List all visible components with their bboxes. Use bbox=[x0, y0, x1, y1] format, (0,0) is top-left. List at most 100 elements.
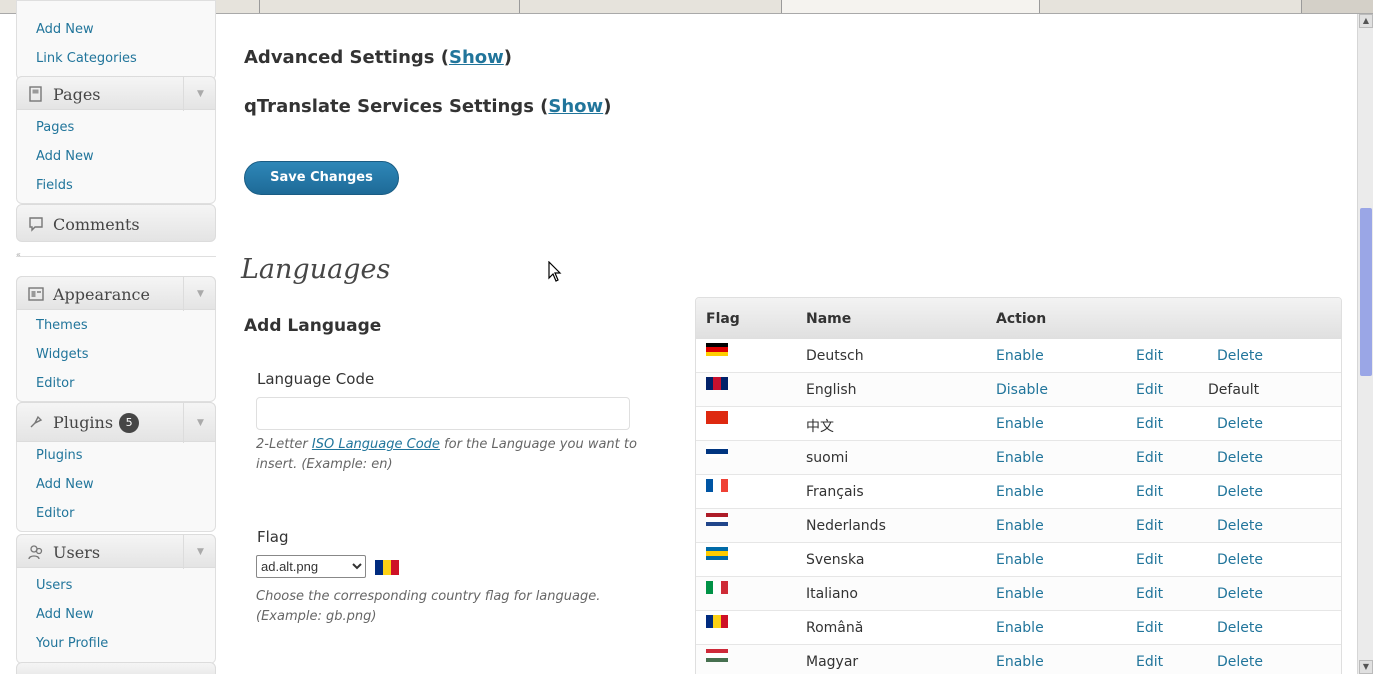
default-language-label: Default bbox=[1208, 382, 1260, 398]
sidebar-sub-editor[interactable]: Editor bbox=[36, 376, 74, 391]
edit-language-link[interactable]: Edit bbox=[1136, 450, 1163, 466]
toggle-language-link[interactable]: Enable bbox=[996, 552, 1044, 568]
sidebar-sub-plugins[interactable]: Plugins bbox=[36, 448, 83, 463]
language-name: Italiano bbox=[806, 586, 858, 602]
delete-language-link[interactable]: Delete bbox=[1217, 416, 1263, 432]
page-title: Languages bbox=[241, 254, 391, 285]
plugins-icon bbox=[28, 414, 44, 430]
language-code-input[interactable] bbox=[256, 397, 630, 430]
main-content: Advanced Settings (Show) qTranslate Serv… bbox=[216, 14, 1356, 674]
chevron-down-icon[interactable]: ▼ bbox=[183, 403, 217, 443]
flag-icon: #0055a4#ffffff#ef4135 bbox=[706, 479, 728, 492]
sidebar-sub-users[interactable]: Users bbox=[36, 578, 72, 593]
sidebar-sub-widgets[interactable]: Widgets bbox=[36, 347, 89, 362]
flag-select[interactable]: ad.alt.png bbox=[256, 555, 366, 578]
sidebar-sub-your-profile[interactable]: Your Profile bbox=[36, 636, 108, 651]
sidebar-sub-add-new[interactable]: Add New bbox=[36, 149, 94, 164]
delete-language-link[interactable]: Delete bbox=[1217, 518, 1263, 534]
collapse-icon[interactable]: « bbox=[16, 250, 21, 259]
vertical-scrollbar[interactable]: ▲ ▼ bbox=[1357, 14, 1373, 674]
delete-language-link[interactable]: Delete bbox=[1217, 620, 1263, 636]
delete-language-link[interactable]: Delete bbox=[1217, 450, 1263, 466]
toggle-language-link[interactable]: Enable bbox=[996, 348, 1044, 364]
edit-language-link[interactable]: Edit bbox=[1136, 518, 1163, 534]
delete-language-link[interactable]: Delete bbox=[1217, 552, 1263, 568]
scrollbar-thumb[interactable] bbox=[1360, 208, 1372, 376]
iso-language-code-link[interactable]: ISO Language Code bbox=[312, 437, 440, 452]
table-row: #009246#ffffff#ce2b37 Italiano Enable Edit D… bbox=[696, 577, 1341, 611]
browser-tab[interactable] bbox=[260, 0, 520, 13]
delete-language-link[interactable]: Delete bbox=[1217, 654, 1263, 670]
edit-language-link[interactable]: Edit bbox=[1136, 416, 1163, 432]
sidebar-sub-add-new[interactable]: Add New bbox=[36, 607, 94, 622]
sidebar-link-categories[interactable]: Link Categories bbox=[36, 51, 137, 66]
language-name: English bbox=[806, 382, 857, 398]
toggle-language-link[interactable]: Enable bbox=[996, 654, 1044, 670]
column-header-name: Name bbox=[806, 311, 852, 327]
services-settings-show-link[interactable]: Show bbox=[548, 96, 603, 117]
language-name: Nederlands bbox=[806, 518, 886, 534]
edit-language-link[interactable]: Edit bbox=[1136, 654, 1163, 670]
flag-icon: #002b7f#fcd116#ce1126 bbox=[706, 615, 728, 628]
chevron-down-icon[interactable]: ▼ bbox=[183, 277, 217, 311]
flag-icon: #012169#c8102e#012169 bbox=[706, 377, 728, 390]
chevron-down-icon[interactable]: ▼ bbox=[183, 77, 217, 111]
mouse-cursor-icon bbox=[548, 261, 562, 282]
flag-label: Flag bbox=[257, 528, 289, 546]
toggle-language-link[interactable]: Enable bbox=[996, 518, 1044, 534]
edit-language-link[interactable]: Edit bbox=[1136, 586, 1163, 602]
sidebar-sub-pages[interactable]: Pages bbox=[36, 120, 74, 135]
sidebar-sub-themes[interactable]: Themes bbox=[36, 318, 88, 333]
advanced-settings-heading: Advanced Settings (Show) bbox=[244, 47, 513, 68]
toggle-language-link[interactable]: Enable bbox=[996, 620, 1044, 636]
browser-tab[interactable] bbox=[520, 0, 782, 13]
sidebar-item-comments[interactable]: Comments bbox=[16, 204, 216, 242]
sidebar-item-tools[interactable] bbox=[16, 662, 216, 674]
sidebar-item-label: Appearance bbox=[53, 285, 150, 304]
sidebar-item-label: Pages bbox=[53, 85, 101, 104]
edit-language-link[interactable]: Edit bbox=[1136, 382, 1163, 398]
toggle-language-link[interactable]: Enable bbox=[996, 416, 1044, 432]
advanced-settings-show-link[interactable]: Show bbox=[449, 47, 504, 68]
sidebar-sub-add-new[interactable]: Add New bbox=[36, 477, 94, 492]
edit-language-link[interactable]: Edit bbox=[1136, 552, 1163, 568]
edit-language-link[interactable]: Edit bbox=[1136, 620, 1163, 636]
table-row: #006aa7#fecc00#006aa7 Svenska Enable Edit De… bbox=[696, 543, 1341, 577]
language-name: Deutsch bbox=[806, 348, 864, 364]
sidebar-item-appearance[interactable]: Appearance ▼ bbox=[16, 276, 217, 311]
table-row: #012169#c8102e#012169 English Disable Edit D… bbox=[696, 373, 1341, 407]
language-code-label: Language Code bbox=[257, 370, 375, 388]
language-name: Français bbox=[806, 484, 864, 500]
scroll-up-icon[interactable]: ▲ bbox=[1359, 14, 1373, 28]
toggle-language-link[interactable]: Enable bbox=[996, 484, 1044, 500]
delete-language-link[interactable]: Delete bbox=[1217, 484, 1263, 500]
sidebar-sub-editor[interactable]: Editor bbox=[36, 506, 74, 521]
table-row: #000000#dd0000#ffce00 Deutsch Enable Edit De… bbox=[696, 339, 1341, 373]
browser-tab[interactable] bbox=[1040, 0, 1302, 13]
sidebar-item-pages[interactable]: Pages ▼ bbox=[16, 76, 217, 111]
delete-language-link[interactable]: Delete bbox=[1217, 348, 1263, 364]
flag-icon: #000000#dd0000#ffce00 bbox=[706, 343, 728, 356]
toggle-language-link[interactable]: Enable bbox=[996, 586, 1044, 602]
toggle-language-link[interactable]: Disable bbox=[996, 382, 1048, 398]
scroll-down-icon[interactable]: ▼ bbox=[1359, 660, 1373, 674]
browser-tab-active[interactable] bbox=[782, 0, 1040, 13]
table-row: #0055a4#ffffff#ef4135 Français Enable Edit D… bbox=[696, 475, 1341, 509]
sidebar-item-label: Comments bbox=[53, 215, 140, 234]
pages-icon bbox=[28, 86, 44, 102]
sidebar-item-users[interactable]: Users ▼ bbox=[16, 534, 217, 569]
edit-language-link[interactable]: Edit bbox=[1136, 348, 1163, 364]
edit-language-link[interactable]: Edit bbox=[1136, 484, 1163, 500]
sidebar-item-plugins[interactable]: Plugins 5 ▼ bbox=[16, 402, 217, 443]
language-name: Svenska bbox=[806, 552, 865, 568]
delete-language-link[interactable]: Delete bbox=[1217, 586, 1263, 602]
toggle-language-link[interactable]: Enable bbox=[996, 450, 1044, 466]
users-icon bbox=[28, 544, 44, 560]
save-changes-button[interactable]: Save Changes bbox=[244, 161, 399, 195]
sidebar-sub-fields[interactable]: Fields bbox=[36, 178, 73, 193]
flag-icon: #ae1c28#ffffff#21468b bbox=[706, 513, 728, 526]
chevron-down-icon[interactable]: ▼ bbox=[183, 535, 217, 569]
flag-hint: Choose the corresponding country flag fo… bbox=[256, 589, 601, 624]
menu-collapse-divider[interactable] bbox=[16, 256, 216, 257]
sidebar-link-add-new[interactable]: Add New bbox=[36, 22, 94, 37]
